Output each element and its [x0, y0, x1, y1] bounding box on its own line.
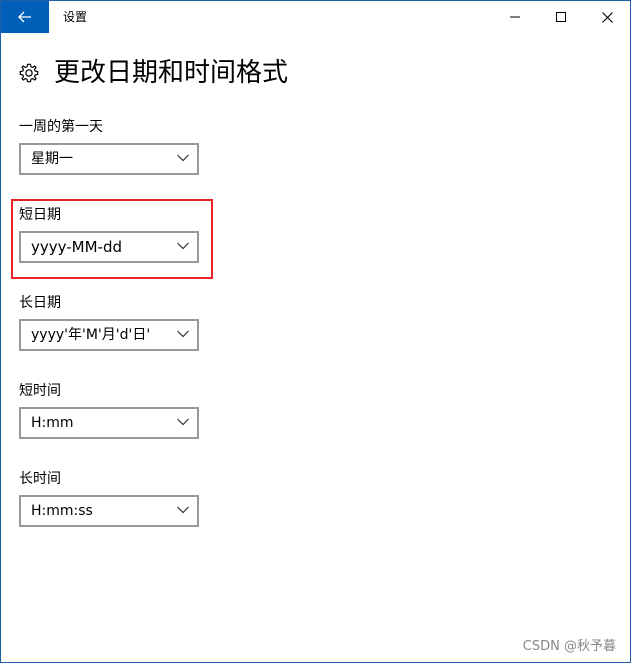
back-button[interactable] — [1, 1, 49, 33]
first-day-of-week-value: 星期一 — [31, 151, 73, 167]
back-arrow-icon — [18, 11, 31, 23]
maximize-icon — [556, 12, 566, 22]
long-time-label: 长时间 — [19, 471, 61, 487]
window-title: 设置 — [63, 10, 88, 24]
short-time-dropdown[interactable]: H:mm — [19, 407, 199, 439]
minimize-icon — [510, 16, 520, 18]
close-button[interactable] — [584, 1, 630, 33]
chevron-down-icon — [177, 506, 189, 514]
close-icon — [601, 11, 613, 23]
long-time-value: H:mm:ss — [31, 503, 93, 519]
first-day-of-week-field: 一周的第一天 星期一 — [19, 117, 199, 175]
page-header: 更改日期和时间格式 — [18, 53, 288, 93]
minimize-button[interactable] — [492, 1, 538, 33]
chevron-down-icon — [177, 418, 189, 426]
short-date-label: 短日期 — [19, 207, 61, 223]
short-date-field: 短日期 yyyy-MM-dd — [19, 205, 199, 263]
settings-window: 设置 更改日期和时间格式 一周的第一天 星期一 短日期 yyyy-MM-dd 长… — [0, 0, 631, 663]
long-date-value: yyyy'年'M'月'd'日' — [31, 327, 151, 343]
chevron-down-icon — [177, 154, 189, 162]
short-time-field: 短时间 H:mm — [19, 381, 199, 439]
long-time-dropdown[interactable]: H:mm:ss — [19, 495, 199, 527]
short-date-dropdown[interactable]: yyyy-MM-dd — [19, 231, 199, 263]
watermark: CSDN @秋予暮 — [522, 639, 616, 654]
short-time-label: 短时间 — [19, 383, 61, 399]
long-time-field: 长时间 H:mm:ss — [19, 469, 199, 527]
page-title: 更改日期和时间格式 — [54, 58, 289, 88]
maximize-button[interactable] — [538, 1, 584, 33]
long-date-label: 长日期 — [19, 295, 61, 311]
short-date-value: yyyy-MM-dd — [31, 238, 122, 256]
short-time-value: H:mm — [31, 415, 74, 431]
first-day-of-week-label: 一周的第一天 — [19, 119, 103, 135]
long-date-dropdown[interactable]: yyyy'年'M'月'd'日' — [19, 319, 199, 351]
gear-icon — [19, 63, 39, 83]
long-date-field: 长日期 yyyy'年'M'月'd'日' — [19, 293, 199, 351]
chevron-down-icon — [177, 242, 189, 250]
first-day-of-week-dropdown[interactable]: 星期一 — [19, 143, 199, 175]
title-bar: 设置 — [1, 1, 630, 33]
chevron-down-icon — [177, 330, 189, 338]
